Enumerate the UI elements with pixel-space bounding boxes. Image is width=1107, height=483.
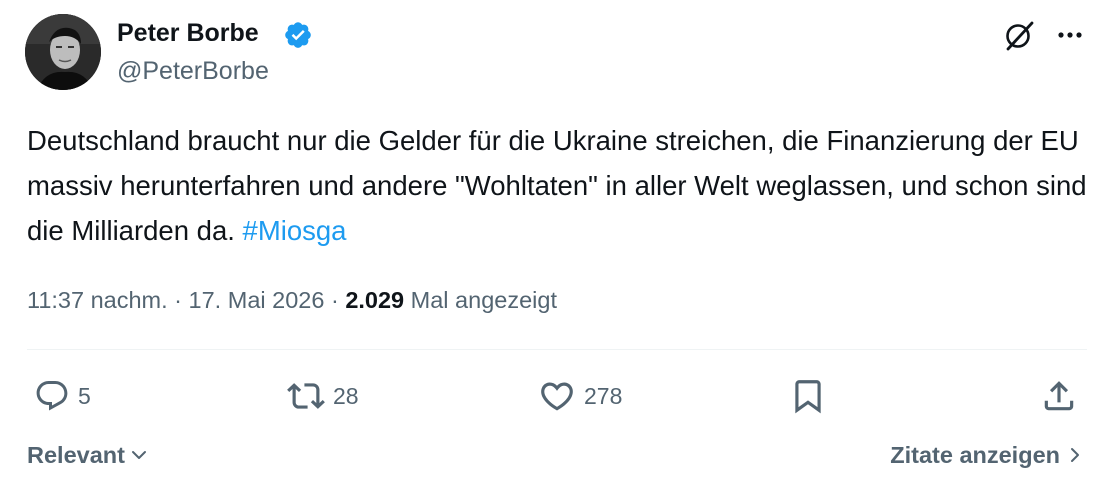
repost-icon: [287, 383, 325, 409]
handle[interactable]: @PeterBorbe: [117, 55, 269, 87]
tweet-meta: 11:37 nachm. · 17. Mai 2026 · 2.029 Mal …: [27, 284, 557, 316]
share-icon: [1044, 381, 1074, 411]
chevron-down-icon: [131, 451, 146, 459]
reply-count: 5: [78, 383, 91, 409]
avatar-image: [25, 14, 101, 90]
reply-button[interactable]: 5: [34, 376, 91, 416]
view-quotes-link[interactable]: Zitate anzeigen: [890, 438, 1082, 472]
tweet-text: Deutschland braucht nur die Gelder für d…: [27, 118, 1087, 253]
sort-label: Relevant: [27, 441, 125, 468]
share-button[interactable]: [1040, 376, 1078, 416]
meta-separator: ·: [167, 287, 189, 313]
repost-count: 28: [333, 383, 359, 409]
sort-dropdown[interactable]: Relevant: [27, 438, 149, 472]
like-icon: [541, 382, 573, 411]
reply-icon: [36, 381, 68, 411]
tweet-date[interactable]: 17. Mai 2026: [189, 287, 325, 313]
views-label: Mal angezeigt: [410, 287, 557, 313]
more-icon[interactable]: [1053, 22, 1087, 48]
tweet-body: Deutschland braucht nur die Gelder für d…: [27, 125, 1087, 246]
chevron-right-icon: [1071, 448, 1079, 462]
grok-icon[interactable]: [1002, 18, 1036, 52]
repost-button[interactable]: 28: [287, 376, 359, 416]
verified-badge-icon[interactable]: [283, 20, 313, 50]
views-count: 2.029: [345, 287, 405, 313]
like-count: 278: [584, 383, 623, 409]
bookmark-icon: [795, 380, 821, 414]
avatar[interactable]: [25, 14, 101, 90]
like-button[interactable]: 278: [538, 376, 622, 416]
hashtag-link[interactable]: #Miosga: [243, 215, 347, 246]
display-name[interactable]: Peter Borbe: [117, 17, 259, 49]
bookmark-button[interactable]: [789, 376, 827, 416]
quotes-label: Zitate anzeigen: [890, 441, 1060, 468]
divider: [27, 349, 1087, 350]
meta-separator: ·: [324, 287, 346, 313]
tweet-time[interactable]: 11:37 nachm.: [27, 287, 168, 313]
